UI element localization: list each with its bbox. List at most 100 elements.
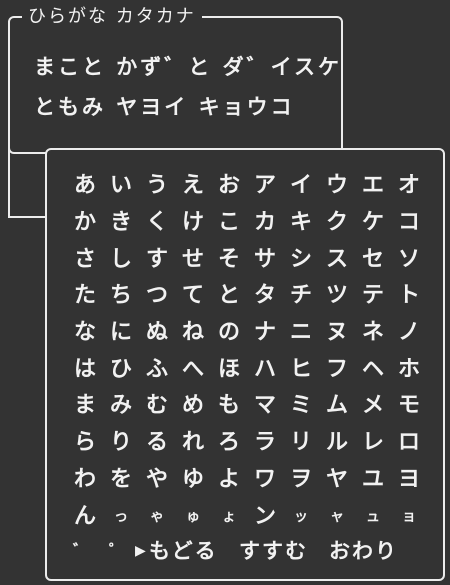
kana-key[interactable]: か [67,205,103,241]
kana-key[interactable]: ネ [355,315,391,351]
kana-key[interactable]: ア [247,168,283,204]
kana-key[interactable]: い [103,168,139,204]
kana-key[interactable]: レ [355,425,391,461]
kana-key[interactable]: と [211,278,247,314]
kana-key[interactable]: ト [391,278,427,314]
kana-key[interactable]: ウ [319,168,355,204]
kana-key[interactable]: フ [319,352,355,388]
mode-title[interactable]: ひらがな カタカナ [22,5,202,29]
kana-key[interactable]: ろ [211,425,247,461]
kana-key[interactable]: ホ [391,352,427,388]
kana-key[interactable]: ム [319,388,355,424]
kana-key[interactable]: ス [319,242,355,278]
kana-key[interactable]: さ [67,242,103,278]
kana-key[interactable]: ヌ [319,315,355,351]
kana-key[interactable]: め [175,388,211,424]
kana-key[interactable]: に [103,315,139,351]
kana-key[interactable]: ン [247,499,283,535]
kana-key[interactable]: て [175,278,211,314]
kana-key[interactable]: な [67,315,103,351]
kana-key[interactable]: ぬ [139,315,175,351]
kana-key[interactable]: ほ [211,352,247,388]
kana-key[interactable]: ま [67,388,103,424]
kana-key[interactable]: ら [67,425,103,461]
kana-key[interactable]: ゃ [139,499,175,535]
kana-key[interactable]: ョ [391,499,427,535]
kana-key[interactable]: ん [67,499,103,535]
kana-key[interactable]: カ [247,205,283,241]
kana-key[interactable]: ゅ [175,499,211,535]
kana-key[interactable]: コ [391,205,427,241]
handakuten-key[interactable]: ゜ [109,535,125,567]
kana-key[interactable]: き [103,205,139,241]
kana-key[interactable]: お [211,168,247,204]
kana-key[interactable]: そ [211,242,247,278]
kana-key[interactable]: ゆ [175,462,211,498]
kana-key[interactable]: ク [319,205,355,241]
kana-key[interactable]: ヨ [391,462,427,498]
kana-key[interactable]: こ [211,205,247,241]
kana-key[interactable]: あ [67,168,103,204]
kana-key[interactable]: ひ [103,352,139,388]
kana-key[interactable]: よ [211,462,247,498]
kana-key[interactable]: へ [175,352,211,388]
kana-key[interactable]: シ [283,242,319,278]
kana-key[interactable]: イ [283,168,319,204]
kana-key[interactable]: け [175,205,211,241]
kana-key[interactable]: ソ [391,242,427,278]
kana-key[interactable]: た [67,278,103,314]
kana-key[interactable]: マ [247,388,283,424]
kana-key[interactable]: し [103,242,139,278]
kana-key[interactable]: ナ [247,315,283,351]
kana-key[interactable]: ャ [319,499,355,535]
kana-key[interactable]: テ [355,278,391,314]
kana-key[interactable]: ヲ [283,462,319,498]
end-command[interactable]: おわり [329,535,398,567]
kana-key[interactable]: オ [391,168,427,204]
kana-key[interactable]: リ [283,425,319,461]
kana-key[interactable]: メ [355,388,391,424]
kana-key[interactable]: ハ [247,352,283,388]
kana-key[interactable]: ラ [247,425,283,461]
kana-key[interactable]: む [139,388,175,424]
kana-key[interactable]: ヘ [355,352,391,388]
kana-key[interactable]: わ [67,462,103,498]
kana-key[interactable]: み [103,388,139,424]
kana-key[interactable]: つ [139,278,175,314]
kana-key[interactable]: ル [319,425,355,461]
kana-key[interactable]: ょ [211,499,247,535]
kana-key[interactable]: ミ [283,388,319,424]
kana-key[interactable]: ュ [355,499,391,535]
kana-key[interactable]: す [139,242,175,278]
kana-key[interactable]: ち [103,278,139,314]
kana-key[interactable]: ケ [355,205,391,241]
kana-key[interactable]: れ [175,425,211,461]
kana-key[interactable]: を [103,462,139,498]
kana-key[interactable]: モ [391,388,427,424]
kana-key[interactable]: や [139,462,175,498]
kana-key[interactable]: ヤ [319,462,355,498]
kana-key[interactable]: ノ [391,315,427,351]
kana-key[interactable]: く [139,205,175,241]
advance-command[interactable]: すすむ [239,535,308,567]
kana-key[interactable]: ロ [391,425,427,461]
kana-key[interactable]: タ [247,278,283,314]
kana-key[interactable]: も [211,388,247,424]
kana-key[interactable]: ふ [139,352,175,388]
kana-key[interactable]: チ [283,278,319,314]
kana-key[interactable]: っ [103,499,139,535]
kana-key[interactable]: え [175,168,211,204]
kana-key[interactable]: ツ [319,278,355,314]
kana-key[interactable]: ね [175,315,211,351]
back-command[interactable]: もどる [149,535,218,567]
kana-key[interactable]: エ [355,168,391,204]
kana-key[interactable]: り [103,425,139,461]
kana-key[interactable]: の [211,315,247,351]
kana-key[interactable]: サ [247,242,283,278]
kana-key[interactable]: る [139,425,175,461]
kana-key[interactable]: ユ [355,462,391,498]
kana-key[interactable]: ッ [283,499,319,535]
kana-key[interactable]: ワ [247,462,283,498]
kana-key[interactable]: せ [175,242,211,278]
kana-key[interactable]: ヒ [283,352,319,388]
